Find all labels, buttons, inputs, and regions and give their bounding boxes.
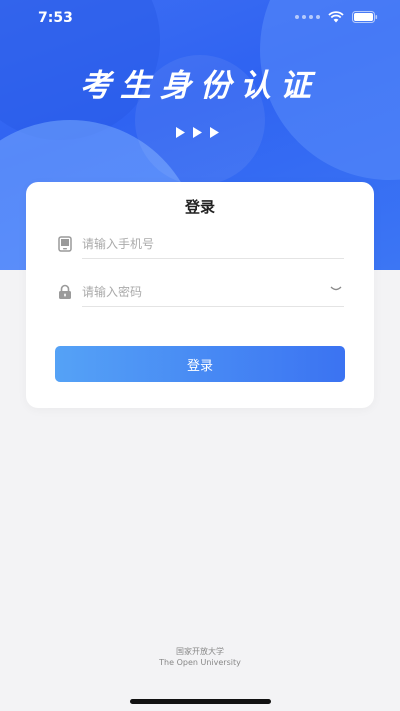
page-title: 考生身份认证: [80, 68, 320, 104]
university-name-cn: 国家开放大学: [176, 647, 224, 656]
play-arrow-icon: [176, 127, 185, 138]
phone-field: [56, 230, 344, 262]
eye-closed-icon[interactable]: [330, 286, 342, 292]
battery-icon: [352, 11, 378, 23]
signal-dots-icon: [295, 15, 320, 19]
password-field: [56, 278, 344, 310]
status-time: 7:53: [38, 10, 73, 26]
lock-icon: [59, 284, 71, 299]
login-card: 登录 登录: [26, 182, 374, 408]
status-icons: [295, 11, 378, 23]
arrows-decoration: [176, 127, 219, 138]
university-name-en: The Open University: [159, 658, 241, 667]
wifi-icon: [328, 11, 344, 23]
login-button[interactable]: 登录: [55, 346, 345, 382]
play-arrow-icon: [210, 127, 219, 138]
footer-logo: 国家开放大学 The Open University: [0, 646, 400, 668]
phone-icon: [58, 236, 72, 252]
home-indicator[interactable]: [130, 699, 271, 704]
status-bar: 7:53: [0, 0, 400, 36]
play-arrow-icon: [193, 127, 202, 138]
password-input[interactable]: [82, 278, 344, 307]
phone-input[interactable]: [82, 230, 344, 259]
card-title: 登录: [184, 198, 215, 216]
